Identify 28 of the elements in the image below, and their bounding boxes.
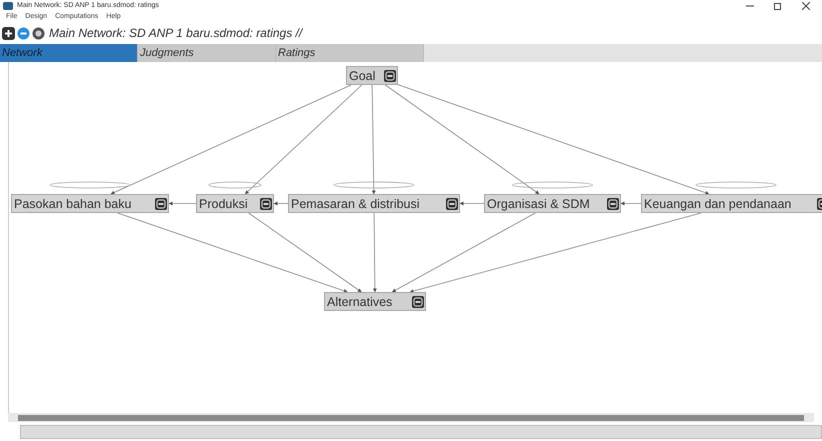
close-icon[interactable] [802,2,810,10]
collapse-icon[interactable] [260,198,272,210]
network-node[interactable]: Produksi [196,194,274,213]
restore-icon[interactable] [774,2,782,10]
collapse-icon[interactable] [607,198,619,210]
loop-arc [208,182,262,188]
network-title: Main Network: SD ANP 1 baru.sdmod: ratings // [49,26,302,40]
network-node[interactable]: Pasokan bahan baku [11,194,169,213]
collapse-icon[interactable] [384,70,396,82]
app-icon [3,2,13,10]
network-node[interactable]: Pemasaran & distribusi [288,194,460,213]
connector-arrow [460,202,484,206]
network-node[interactable]: Organisasi & SDM [484,194,621,213]
circle-icon[interactable] [32,26,45,40]
network-node[interactable]: Keuangan dan pendanaan [641,194,822,213]
network-node[interactable]: Goal [346,66,398,85]
scroll-thumb[interactable] [18,414,804,420]
collapse-icon[interactable] [446,198,458,210]
tab[interactable]: Judgments [138,44,276,62]
connector-arrow [168,202,196,206]
collapse-icon[interactable] [412,296,424,308]
collapse-icon[interactable] [155,198,167,210]
horizontal-scrollbar[interactable] [8,413,814,422]
connector-arrow [620,202,642,206]
connector-arrow [274,202,288,206]
add-icon[interactable] [2,26,15,40]
network-node[interactable]: Alternatives [324,292,426,311]
tab[interactable]: Ratings [276,44,424,62]
